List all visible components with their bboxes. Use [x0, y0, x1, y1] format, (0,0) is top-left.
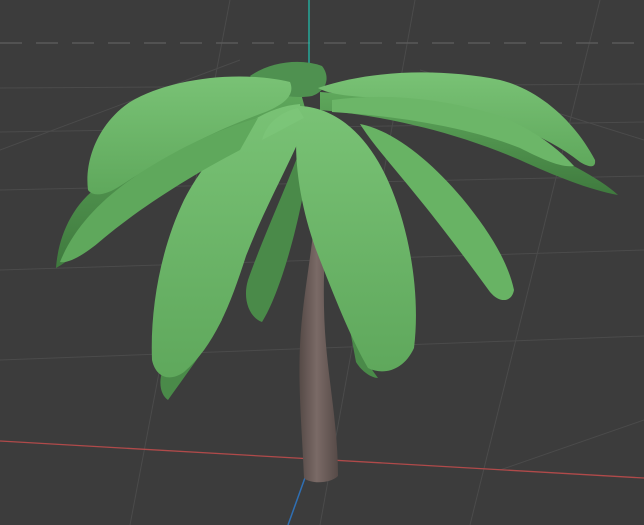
3d-viewport[interactable]	[0, 0, 644, 525]
front-leaves	[60, 72, 596, 378]
palm-tree-model[interactable]	[56, 61, 618, 483]
y-axis-line	[287, 474, 307, 525]
viewport-canvas[interactable]	[0, 0, 644, 525]
